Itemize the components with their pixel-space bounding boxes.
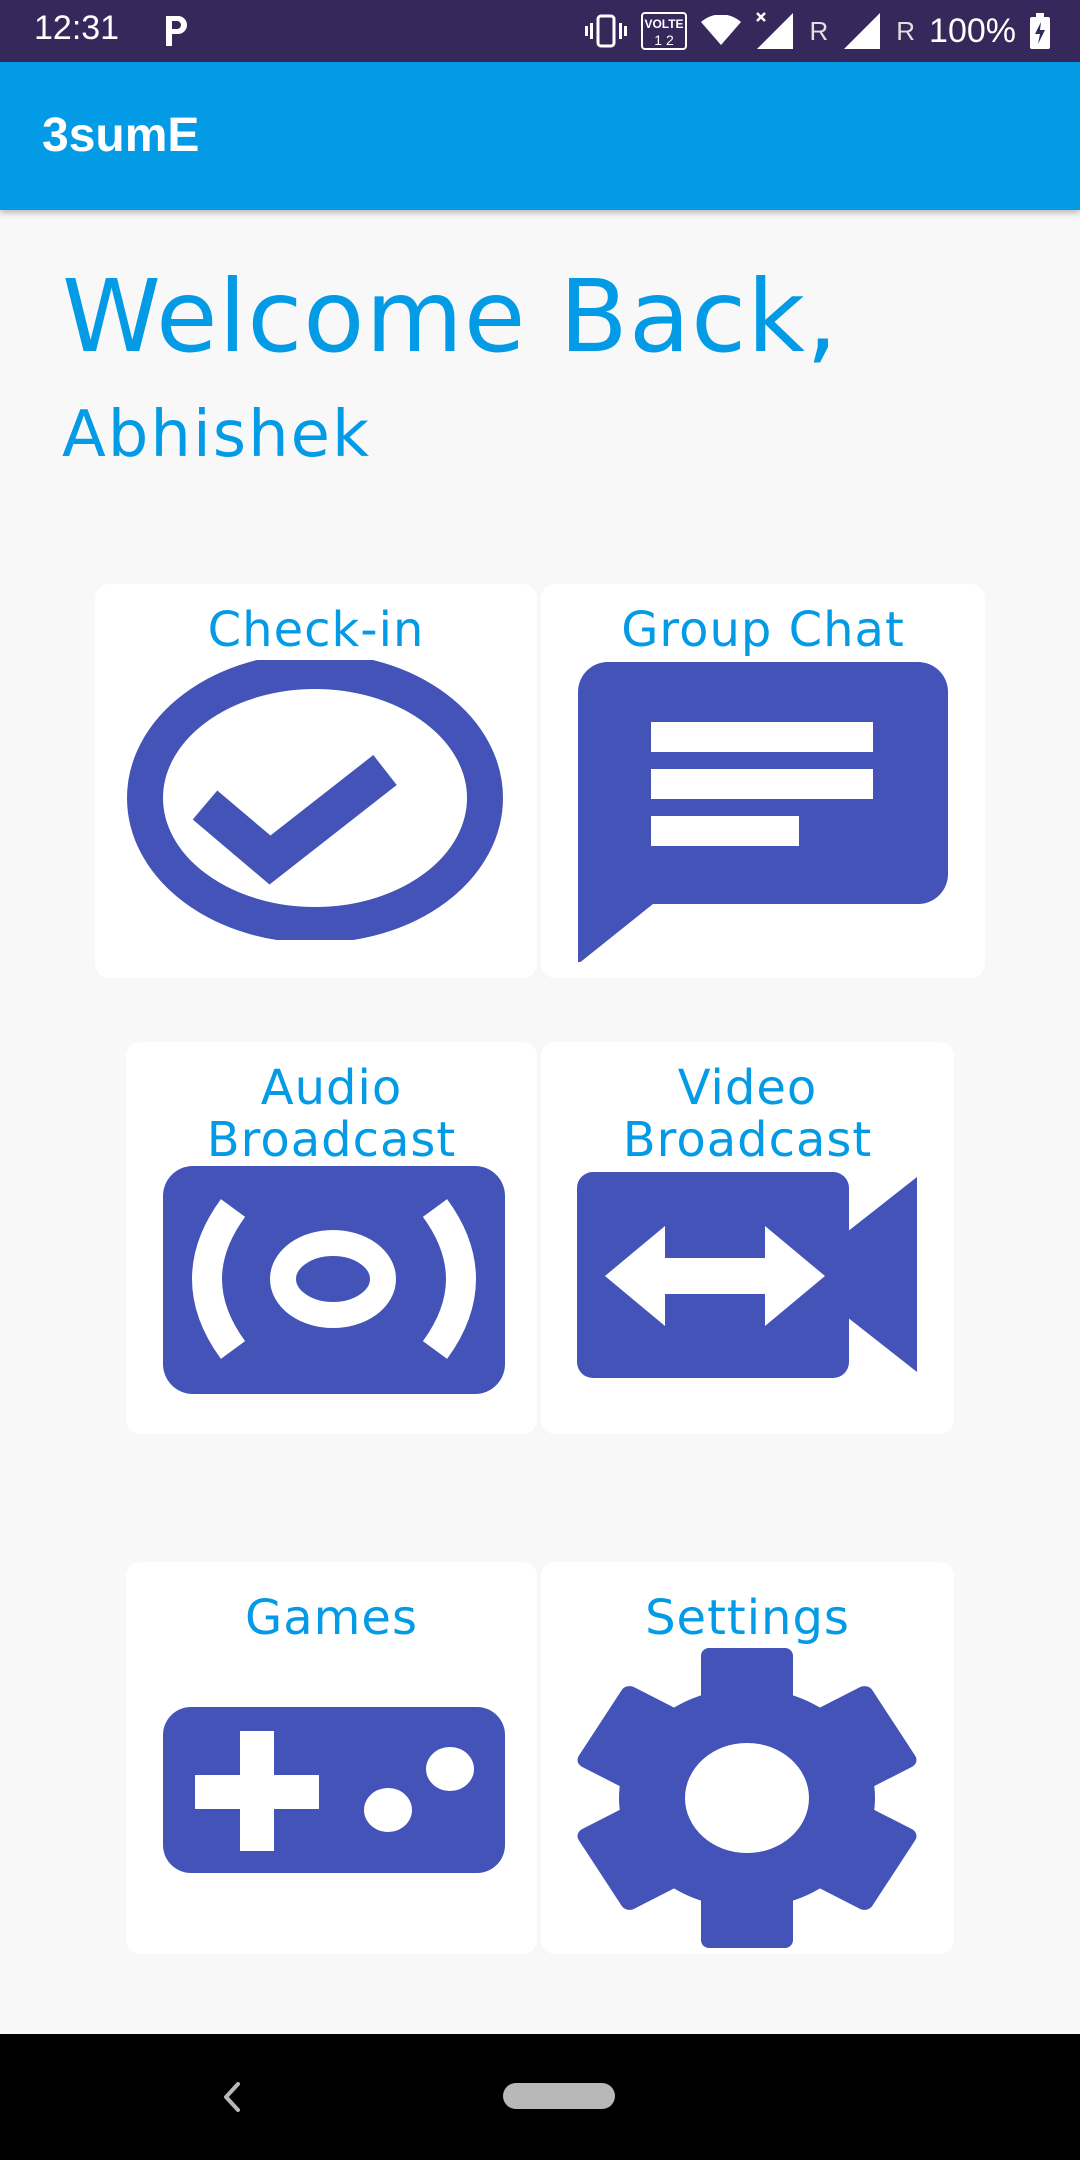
parking-notification-icon — [166, 16, 187, 46]
video-broadcast-label: Video Broadcast — [541, 1062, 954, 1166]
battery-charging-icon — [1030, 13, 1050, 49]
user-name: Abhishek — [62, 398, 372, 472]
battery-percent: 100% — [929, 11, 1016, 50]
check-in-tile[interactable]: Check-in — [95, 584, 537, 978]
chat-message-icon — [578, 662, 948, 962]
audio-broadcast-tile[interactable]: Audio Broadcast — [126, 1042, 537, 1434]
gear-icon — [577, 1648, 917, 1948]
back-chevron-icon[interactable] — [210, 2072, 250, 2122]
settings-tile[interactable]: Settings — [541, 1562, 954, 1954]
video-camera-icon — [577, 1172, 917, 1378]
check-circle-icon — [127, 660, 503, 940]
audio-broadcast-label-line1: Audio — [260, 1060, 403, 1116]
vibrate-icon — [585, 14, 628, 48]
volte-icon: VOLTE 1 2 — [641, 12, 688, 50]
signal-icon — [756, 12, 794, 49]
status-bar: 12:31 VOLTE 1 2 R R 100% — [0, 0, 1080, 62]
navigation-bar — [0, 2034, 1080, 2160]
sim-label: 1 2 — [655, 32, 675, 48]
welcome-heading: Welcome Back, — [62, 258, 839, 375]
roaming-label-2: R — [896, 15, 916, 46]
volte-label: VOLTE — [645, 17, 684, 31]
group-chat-tile[interactable]: Group Chat — [541, 584, 985, 978]
games-label: Games — [245, 1590, 418, 1646]
video-broadcast-label-line1: Video — [677, 1060, 818, 1116]
video-broadcast-label-line2: Broadcast — [622, 1112, 873, 1168]
video-broadcast-tile[interactable]: Video Broadcast — [541, 1042, 954, 1434]
games-tile[interactable]: Games — [126, 1562, 537, 1954]
audio-broadcast-label-line2: Broadcast — [206, 1112, 457, 1168]
check-in-label: Check-in — [207, 602, 425, 658]
signal-icon-2 — [844, 13, 881, 49]
audio-broadcast-label: Audio Broadcast — [126, 1062, 537, 1166]
roaming-label-1: R — [809, 15, 829, 46]
home-pill-icon[interactable] — [503, 2083, 615, 2109]
group-chat-label: Group Chat — [621, 602, 905, 658]
settings-label: Settings — [645, 1590, 850, 1646]
app-bar: 3sumE — [0, 62, 1080, 210]
wifi-icon — [701, 15, 742, 45]
broadcast-icon — [163, 1166, 505, 1394]
status-time: 12:31 — [34, 9, 120, 47]
app-title: 3sumE — [42, 109, 200, 162]
gamepad-icon — [163, 1707, 505, 1873]
